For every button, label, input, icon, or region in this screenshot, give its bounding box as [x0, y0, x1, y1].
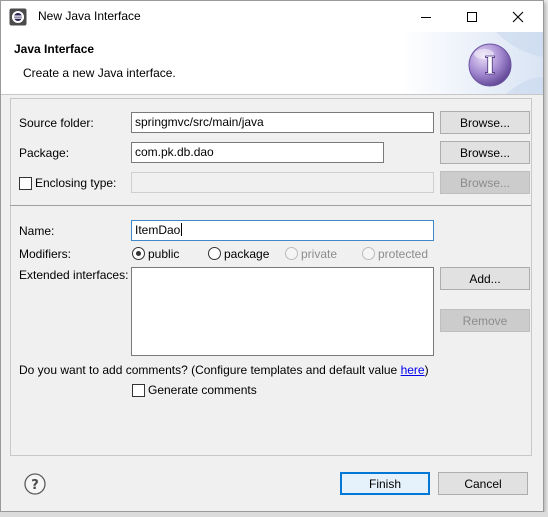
comments-question: Do you want to add comments? (Configure …	[19, 363, 429, 377]
maximize-button[interactable]	[449, 1, 495, 32]
banner-title: Java Interface	[14, 42, 95, 56]
modifier-protected-radio[interactable]	[362, 247, 375, 260]
add-interface-button[interactable]: Add...	[440, 267, 530, 290]
package-input[interactable]: com.pk.db.dao	[131, 142, 384, 163]
eclipse-app-icon	[9, 8, 27, 26]
close-icon	[512, 11, 524, 22]
configure-templates-link[interactable]: here	[401, 363, 425, 377]
name-input[interactable]: ItemDao	[131, 220, 434, 241]
window-title: New Java Interface	[38, 9, 141, 23]
modifier-public-radio[interactable]	[132, 247, 145, 260]
modifier-public-label: public	[148, 247, 180, 261]
text-caret	[181, 223, 183, 236]
wizard-content: Source folder: springmvc/src/main/java B…	[10, 98, 532, 456]
extended-interfaces-label: Extended interfaces:	[19, 268, 129, 282]
interface-wizard-icon: I	[401, 32, 543, 94]
modifiers-label: Modifiers:	[19, 247, 72, 261]
enclosing-type-checkbox[interactable]	[19, 177, 32, 190]
generate-comments-checkbox[interactable]	[132, 384, 145, 397]
enclosing-type-label: Enclosing type:	[35, 176, 117, 190]
svg-text:I: I	[484, 51, 495, 80]
modifier-protected-label: protected	[378, 247, 429, 261]
minimize-icon	[421, 16, 431, 18]
name-label: Name:	[19, 224, 55, 238]
banner-description: Create a new Java interface.	[23, 66, 176, 80]
modifier-private-radio[interactable]	[285, 247, 298, 260]
source-folder-browse-button[interactable]: Browse...	[440, 111, 530, 134]
help-icon[interactable]: ?	[24, 473, 46, 495]
finish-button[interactable]: Finish	[340, 472, 430, 495]
minimize-button[interactable]	[403, 1, 449, 32]
enclosing-type-browse-button[interactable]: Browse...	[440, 171, 530, 194]
title-bar: New Java Interface	[1, 1, 543, 32]
comments-question-end: )	[424, 363, 429, 377]
package-label: Package:	[19, 146, 70, 160]
maximize-icon	[467, 11, 477, 22]
name-input-value: ItemDao	[135, 223, 181, 237]
source-folder-label: Source folder:	[19, 116, 94, 130]
comments-question-text: Do you want to add comments? (Configure …	[19, 363, 401, 377]
background-strip	[0, 512, 548, 517]
cancel-button[interactable]: Cancel	[438, 472, 528, 495]
modifier-package-label: package	[224, 247, 270, 261]
source-folder-input[interactable]: springmvc/src/main/java	[131, 112, 434, 133]
enclosing-type-input[interactable]	[131, 172, 434, 193]
modifier-package-radio[interactable]	[208, 247, 221, 260]
new-java-interface-dialog: New Java Interface Java Interface Create…	[0, 0, 544, 512]
extended-interfaces-list[interactable]	[131, 267, 434, 356]
package-browse-button[interactable]: Browse...	[440, 141, 530, 164]
svg-text:?: ?	[31, 478, 39, 493]
separator	[10, 205, 531, 206]
modifier-private-label: private	[301, 247, 338, 261]
close-button[interactable]	[495, 1, 541, 32]
wizard-banner: Java Interface Create a new Java interfa…	[1, 32, 543, 95]
remove-interface-button[interactable]: Remove	[440, 309, 530, 332]
generate-comments-label: Generate comments	[148, 383, 257, 397]
